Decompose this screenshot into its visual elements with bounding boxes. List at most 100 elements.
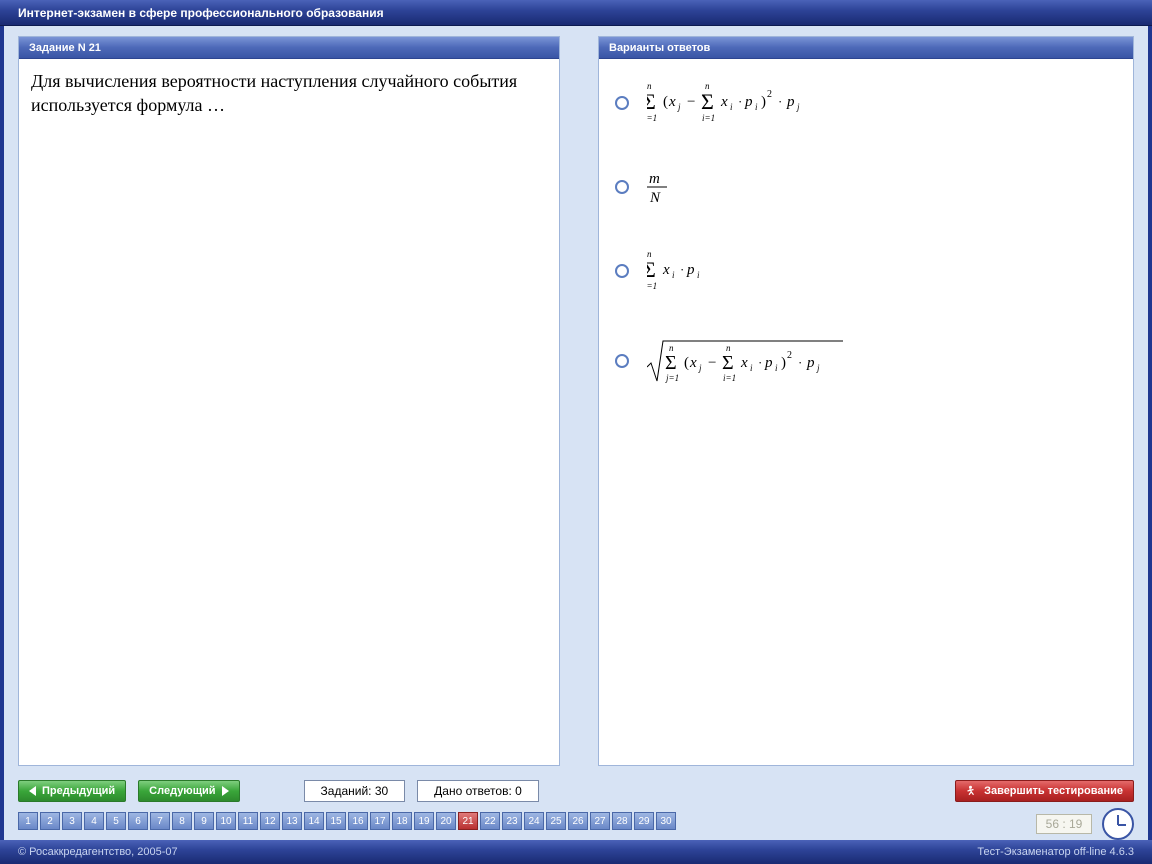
answers-panel: Варианты ответов n Σ j=1 ( x j − n Σ bbox=[598, 36, 1134, 766]
answer-option-2[interactable]: m N bbox=[615, 169, 1121, 205]
finish-button-label: Завершить тестирование bbox=[984, 785, 1123, 797]
nav-row-top: Предыдущий Следующий Заданий: 30 Дано от… bbox=[18, 780, 1134, 802]
page-num-5[interactable]: 5 bbox=[106, 812, 126, 830]
page-num-4[interactable]: 4 bbox=[84, 812, 104, 830]
svg-text:−: − bbox=[708, 355, 716, 371]
page-num-13[interactable]: 13 bbox=[282, 812, 302, 830]
page-num-18[interactable]: 18 bbox=[392, 812, 412, 830]
svg-text:x: x bbox=[740, 355, 748, 371]
page-num-16[interactable]: 16 bbox=[348, 812, 368, 830]
page-num-9[interactable]: 9 bbox=[194, 812, 214, 830]
svg-text:j=1: j=1 bbox=[665, 373, 679, 383]
page-num-23[interactable]: 23 bbox=[502, 812, 522, 830]
svg-text:j: j bbox=[796, 102, 800, 112]
svg-text:Σ: Σ bbox=[722, 352, 734, 374]
titlebar: Интернет-экзамен в сфере профессионально… bbox=[0, 0, 1152, 26]
page-num-29[interactable]: 29 bbox=[634, 812, 654, 830]
page-num-24[interactable]: 24 bbox=[524, 812, 544, 830]
svg-text:j=1: j=1 bbox=[647, 113, 657, 123]
footer: © Росаккредагентство, 2005-07 Тест-Экзам… bbox=[0, 840, 1152, 864]
exit-icon bbox=[966, 785, 978, 797]
svg-text:p: p bbox=[686, 262, 695, 278]
page-num-7[interactable]: 7 bbox=[150, 812, 170, 830]
svg-text:·: · bbox=[798, 355, 802, 370]
answer-option-3[interactable]: n Σ i=1 x i · p i bbox=[615, 249, 1121, 293]
next-button-label: Следующий bbox=[149, 785, 215, 797]
svg-text:i: i bbox=[672, 270, 675, 280]
formula-2: m N bbox=[647, 169, 687, 205]
svg-text:i: i bbox=[775, 363, 778, 373]
prev-button-label: Предыдущий bbox=[42, 785, 115, 797]
arrow-right-icon bbox=[222, 786, 229, 796]
page-num-28[interactable]: 28 bbox=[612, 812, 632, 830]
svg-text:2: 2 bbox=[787, 350, 792, 361]
content-area: Задание N 21 Для вычисления вероятности … bbox=[4, 26, 1148, 774]
nav-area: Предыдущий Следующий Заданий: 30 Дано от… bbox=[4, 774, 1148, 840]
next-button[interactable]: Следующий bbox=[138, 780, 239, 802]
page-num-8[interactable]: 8 bbox=[172, 812, 192, 830]
page-num-15[interactable]: 15 bbox=[326, 812, 346, 830]
titlebar-text: Интернет-экзамен в сфере профессионально… bbox=[18, 6, 384, 20]
footer-right: Тест-Экзаменатор off-line 4.6.3 bbox=[977, 846, 1134, 858]
page-num-19[interactable]: 19 bbox=[414, 812, 434, 830]
formula-3: n Σ i=1 x i · p i bbox=[647, 249, 727, 293]
question-pager: 1234567891011121314151617181920212223242… bbox=[18, 812, 676, 830]
radio-icon[interactable] bbox=[615, 264, 629, 278]
svg-text:Σ: Σ bbox=[665, 352, 677, 374]
timer-value: 56 : 19 bbox=[1046, 817, 1083, 831]
page-num-27[interactable]: 27 bbox=[590, 812, 610, 830]
page-num-12[interactable]: 12 bbox=[260, 812, 280, 830]
svg-text:x: x bbox=[668, 94, 676, 110]
svg-text:i: i bbox=[755, 102, 758, 112]
page-num-2[interactable]: 2 bbox=[40, 812, 60, 830]
footer-left: © Росаккредагентство, 2005-07 bbox=[18, 846, 178, 858]
radio-icon[interactable] bbox=[615, 354, 629, 368]
radio-icon[interactable] bbox=[615, 96, 629, 110]
svg-text:p: p bbox=[744, 94, 753, 110]
svg-text:(: ( bbox=[684, 355, 689, 371]
svg-text:p: p bbox=[806, 355, 815, 371]
page-num-20[interactable]: 20 bbox=[436, 812, 456, 830]
question-panel-header: Задание N 21 bbox=[19, 37, 559, 59]
nav-row-bottom: 1234567891011121314151617181920212223242… bbox=[18, 812, 1134, 830]
finish-button[interactable]: Завершить тестирование bbox=[955, 780, 1134, 802]
formula-4: n Σ j=1 ( x j − n Σ i=1 x i · p bbox=[647, 337, 867, 385]
svg-text:i=1: i=1 bbox=[647, 281, 657, 291]
answered-box: Дано ответов: 0 bbox=[417, 780, 539, 802]
page-num-3[interactable]: 3 bbox=[62, 812, 82, 830]
svg-text:(: ( bbox=[663, 94, 668, 110]
svg-text:j: j bbox=[677, 102, 681, 112]
svg-text:j: j bbox=[698, 363, 702, 373]
page-num-30[interactable]: 30 bbox=[656, 812, 676, 830]
page-num-22[interactable]: 22 bbox=[480, 812, 500, 830]
page-num-21[interactable]: 21 bbox=[458, 812, 478, 830]
page-num-1[interactable]: 1 bbox=[18, 812, 38, 830]
svg-text:j: j bbox=[816, 363, 820, 373]
arrow-left-icon bbox=[29, 786, 36, 796]
page-num-26[interactable]: 26 bbox=[568, 812, 588, 830]
svg-text:i: i bbox=[750, 363, 753, 373]
svg-text:·: · bbox=[778, 94, 782, 109]
prev-button[interactable]: Предыдущий bbox=[18, 780, 126, 802]
svg-text:p: p bbox=[764, 355, 773, 371]
page-num-6[interactable]: 6 bbox=[128, 812, 148, 830]
svg-text:2: 2 bbox=[767, 89, 772, 100]
svg-text:x: x bbox=[662, 262, 670, 278]
page-num-14[interactable]: 14 bbox=[304, 812, 324, 830]
answer-option-1[interactable]: n Σ j=1 ( x j − n Σ i=1 x i · p bbox=[615, 81, 1121, 125]
page-num-17[interactable]: 17 bbox=[370, 812, 390, 830]
answers-body: n Σ j=1 ( x j − n Σ i=1 x i · p bbox=[599, 59, 1133, 765]
page-num-10[interactable]: 10 bbox=[216, 812, 236, 830]
formula-1: n Σ j=1 ( x j − n Σ i=1 x i · p bbox=[647, 81, 847, 125]
answers-panel-header: Варианты ответов bbox=[599, 37, 1133, 59]
page-num-25[interactable]: 25 bbox=[546, 812, 566, 830]
answer-option-4[interactable]: n Σ j=1 ( x j − n Σ i=1 x i · p bbox=[615, 337, 1121, 385]
svg-text:i=1: i=1 bbox=[702, 113, 715, 123]
svg-text:·: · bbox=[680, 262, 684, 277]
page-num-11[interactable]: 11 bbox=[238, 812, 258, 830]
svg-text:·: · bbox=[758, 355, 762, 370]
svg-text:·: · bbox=[738, 94, 742, 109]
radio-icon[interactable] bbox=[615, 180, 629, 194]
svg-text:−: − bbox=[687, 94, 695, 110]
svg-text:p: p bbox=[786, 94, 795, 110]
